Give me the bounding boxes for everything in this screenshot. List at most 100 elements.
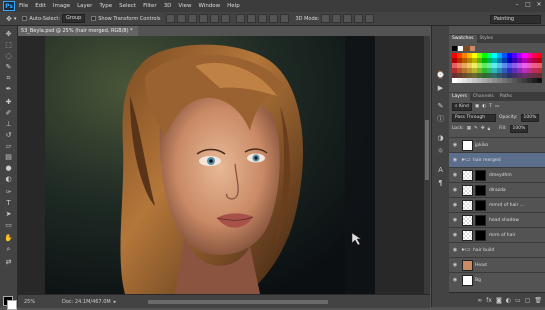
layer-mask-thumbnail[interactable] [475,214,486,226]
tab-layers[interactable]: Layers [449,93,470,101]
brush-icon[interactable]: ✐ [4,109,13,117]
eye-icon[interactable]: ◉ [452,262,458,268]
mask-icon[interactable]: ◙ [496,297,502,304]
workspace-dropdown[interactable]: Painting [490,15,541,24]
hand-icon[interactable]: ✋ [4,234,13,242]
align-right-button[interactable] [221,14,231,23]
history-brush-icon[interactable]: ↺ [4,131,13,139]
type-icon[interactable]: T [4,199,13,207]
lock-pixels-icon[interactable]: ▦ [467,126,471,131]
layer-mask-thumbnail[interactable] [475,169,486,181]
opacity-field[interactable]: 100% [520,113,540,122]
auto-select-checkbox[interactable] [22,16,28,21]
menu-image[interactable]: Image [53,3,70,9]
fx-icon[interactable]: fx [486,297,492,304]
menu-type[interactable]: Type [99,3,112,9]
align-bottom-button[interactable] [188,14,198,23]
lasso-icon[interactable]: ◌ [4,52,13,60]
eye-icon[interactable]: ◉ [452,142,458,148]
status-arrow-icon[interactable]: ▸ [114,299,117,305]
layer-row[interactable]: ◉ Bg [449,272,545,287]
adjustment-icon[interactable]: ◐ [506,297,511,304]
folder-icon[interactable]: ▭ [515,297,521,304]
3d-scale-button[interactable] [365,14,375,23]
align-left-button[interactable] [199,14,209,23]
swatch[interactable] [452,46,457,51]
canvas[interactable] [45,36,375,294]
3d-slide-button[interactable] [354,14,364,23]
layer-row[interactable]: ◉ dlrazda [449,182,545,197]
menu-window[interactable]: Window [198,3,220,9]
swatch[interactable] [458,46,463,51]
swatch[interactable] [537,78,542,83]
swatch[interactable] [470,46,475,51]
menu-view[interactable]: View [178,3,191,9]
eye-icon[interactable]: ◉ [452,172,458,178]
background-color-swatch[interactable] [7,300,17,310]
filter-shape-icon[interactable]: ▭ [495,104,499,109]
color-icon[interactable]: ◑ [436,134,445,143]
new-layer-icon[interactable]: ▢ [525,297,531,304]
layer-row[interactable]: ◉ mmrd of hair ... [449,197,545,212]
eyedropper-icon[interactable]: ✒ [4,85,13,93]
3d-rotate-button[interactable] [321,14,331,23]
layer-row[interactable]: ◉ mrm of hair [449,227,545,242]
lock-all-icon[interactable]: 🔒︎ [488,126,490,132]
info-icon[interactable]: ⓘ [436,115,445,124]
eye-icon[interactable]: ◉ [452,277,458,283]
transform-controls-checkbox[interactable] [91,16,97,21]
lock-move-icon[interactable]: ✥ [481,126,485,131]
quick-select-icon[interactable]: ✎ [4,63,13,71]
layer-row[interactable]: ◉ jpkiko [449,137,545,152]
move-tool-preset[interactable]: ✥ ▾ [6,15,16,23]
trash-icon[interactable]: 🗑︎ [534,297,542,304]
menu-filter[interactable]: Filter [143,3,157,9]
swap-colors-icon[interactable]: ⇄ [4,258,13,266]
character-icon[interactable]: A [436,166,445,175]
eye-icon[interactable]: ◉ [452,157,458,163]
vertical-scroll-thumb[interactable] [425,120,429,180]
menu-file[interactable]: File [19,3,28,9]
align-center-button[interactable] [210,14,220,23]
stamp-icon[interactable]: ⊥ [4,120,13,128]
folder-icon[interactable]: ▸▭ [462,247,471,253]
blur-icon[interactable]: ● [4,164,13,172]
tab-channels[interactable]: Channels [470,93,497,101]
maximize-icon[interactable]: □ [524,1,532,9]
actions-icon[interactable]: ▶ [436,84,445,93]
3d-roll-button[interactable] [332,14,342,23]
close-icon[interactable]: ✕ [535,1,543,9]
paragraph-icon[interactable]: ¶ [436,179,445,188]
layer-mask-thumbnail[interactable] [475,199,486,211]
zoom-icon[interactable]: ⌕ [4,245,13,253]
gradient-icon[interactable]: ▤ [4,153,13,161]
document-tab[interactable]: 53_Beyla.psd @ 25% (hair merged, RGB/8) … [18,26,138,36]
layer-mask-thumbnail[interactable] [475,229,486,241]
tab-paths[interactable]: Paths [497,93,515,101]
filter-pixel-icon[interactable]: ▣ [475,104,479,109]
swatch-grid[interactable] [452,53,542,83]
brush-presets-icon[interactable]: ✎ [436,102,445,111]
align-middle-button[interactable] [177,14,187,23]
distribute-top-button[interactable] [236,14,246,23]
eye-icon[interactable]: ◉ [452,232,458,238]
move-icon[interactable]: ✥ [4,30,13,38]
layer-row[interactable]: ◉ ▸▭ hair merged [449,152,545,167]
menu-layer[interactable]: Layer [77,3,92,9]
horizontal-scroll-thumb[interactable] [148,300,328,304]
blend-mode-dropdown[interactable]: Pass Through [452,113,496,122]
layer-mask-thumbnail[interactable] [475,184,486,196]
eye-icon[interactable]: ◉ [452,217,458,223]
folder-icon[interactable]: ▸▭ [462,157,471,163]
kind-filter-dropdown[interactable]: ⌕ Kind [452,102,472,111]
adjust-icon[interactable]: ☼ [436,147,445,156]
layer-row[interactable]: ◉ head shadow [449,212,545,227]
filter-adjust-icon[interactable]: ◐ [482,104,486,109]
fill-field[interactable]: 100% [509,124,529,133]
dodge-icon[interactable]: ◐ [4,175,13,183]
crop-icon[interactable]: ⌗ [4,74,13,82]
auto-select-option[interactable]: Auto-Select: Group [22,14,86,23]
shape-icon[interactable]: ▭ [4,221,13,229]
history-icon[interactable]: ⌚ [436,71,445,80]
align-top-button[interactable] [166,14,176,23]
